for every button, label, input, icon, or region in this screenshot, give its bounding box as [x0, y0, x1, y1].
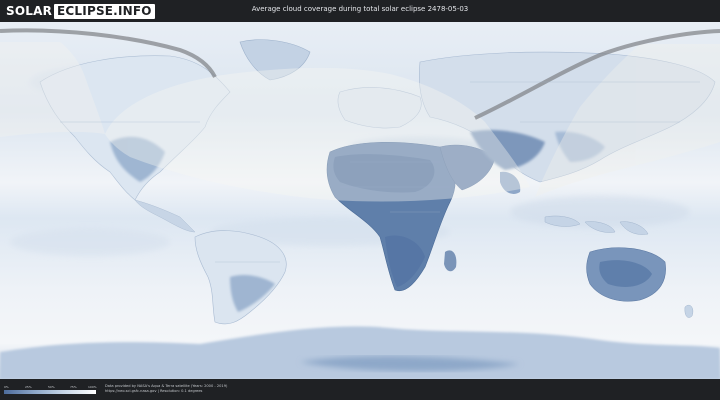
credit-line-2[interactable]: https://neo.sci.gsfc.nasa.gov | Resoluti… [105, 389, 227, 394]
legend-tick-50: 50% [48, 385, 55, 389]
legend-tick-75: 75% [70, 385, 77, 389]
legend-tick-0: 0% [4, 385, 9, 389]
footer-bar: 0% 25% 50% 75% 100% Data provided by NAS… [0, 379, 720, 400]
map-title: Average cloud coverage during total sola… [251, 5, 469, 13]
new-zealand-landmass [684, 304, 694, 318]
cloud-coverage-map [0, 22, 720, 379]
cloud-coverage-legend: 0% 25% 50% 75% 100% [4, 385, 97, 395]
data-credits: Data provided by NASA's Aqua & Terra sat… [105, 384, 227, 394]
header-bar: SOLAR ECLIPSE.INFO Average cloud coverag… [0, 0, 720, 22]
legend-gradient-bar [4, 390, 96, 394]
legend-tick-100: 100% [88, 385, 97, 389]
world-map-svg [0, 22, 720, 379]
legend-tick-25: 25% [25, 385, 32, 389]
